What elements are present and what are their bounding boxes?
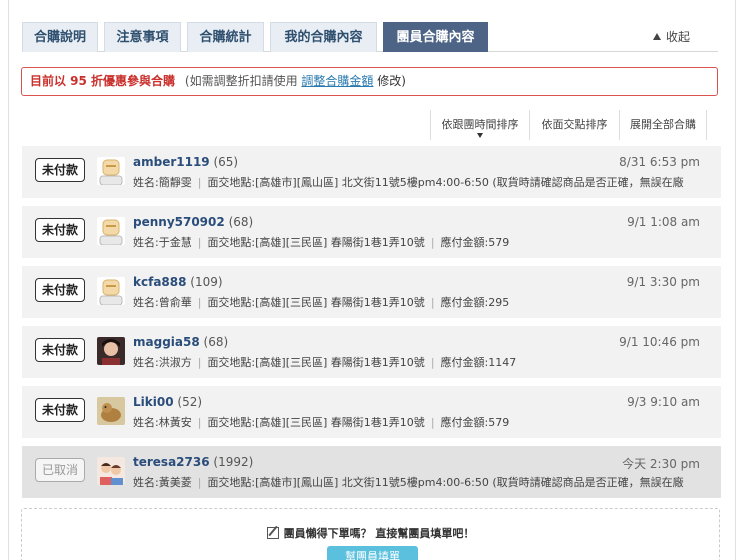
expand-all-label: 展開全部合購 [630, 118, 696, 131]
collapse-button[interactable]: 收起 [652, 28, 690, 45]
triangle-up-icon [652, 33, 661, 40]
default-avatar-icon[interactable] [97, 277, 125, 305]
pet-avatar-icon[interactable] [97, 397, 125, 425]
username[interactable]: penny570902 (68) [133, 215, 253, 229]
expand-all-button[interactable]: 展開全部合購 [619, 110, 707, 140]
default-avatar-icon[interactable] [97, 157, 125, 185]
status-badge[interactable]: 未付款 [35, 398, 85, 422]
status-badge[interactable]: 已取消 [35, 458, 85, 482]
order-row: 未付款 Liki00 (52) 9/3 9:10 am 姓名:林黃安 | 面交地點:… [22, 386, 721, 438]
username[interactable]: kcfa888 (109) [133, 275, 223, 289]
username[interactable]: amber1119 (65) [133, 155, 238, 169]
fill-order-for-member-box: 團員懶得下單嗎？ 直接幫團員填單吧！ 幫團員填單 [21, 508, 720, 560]
order-details: 姓名:黃美菱 | 面交地點:[高雄市][鳳山區] 北文街11號5樓pm4:00-6:… [133, 476, 684, 489]
tab-my-orders[interactable]: 我的合購內容 [270, 22, 377, 52]
order-time: 9/1 1:08 am [627, 215, 700, 229]
order-time: 8/31 6:53 pm [619, 155, 700, 169]
default-avatar-icon[interactable] [97, 217, 125, 245]
sort-down-icon [477, 133, 483, 138]
status-badge[interactable]: 未付款 [35, 218, 85, 242]
username[interactable]: maggia58 (68) [133, 335, 228, 349]
username[interactable]: teresa2736 (1992) [133, 455, 253, 469]
order-time: 今天 2:30 pm [622, 457, 700, 471]
tab-bar: 合購說明 注意事項 合購統計 我的合購內容 團員合購內容 收起 [22, 22, 718, 52]
order-row: 未付款 kcfa888 (109) 9/1 3:30 pm 姓名:曾俞華 | 面交地… [22, 266, 721, 318]
status-badge[interactable]: 未付款 [35, 278, 85, 302]
order-time: 9/3 9:10 am [627, 395, 700, 409]
discount-notice: 目前以 95 折優惠參與合購 (如需調整折扣請使用 調整合購金額 修改) [21, 67, 718, 96]
notice-sub-suffix: 修改) [377, 74, 406, 88]
notice-sub-prefix: (如需調整折扣請使用 [184, 74, 298, 88]
order-row-cancelled: 已取消 teresa2736 (1992) 今天 2:30 pm 姓名:黃美菱 |… [22, 446, 721, 498]
tab-member-orders[interactable]: 團員合購內容 [383, 22, 488, 52]
sort-by-join-time[interactable]: 依跟團時間排序 [430, 110, 529, 140]
tab-statistics[interactable]: 合購統計 [187, 22, 264, 52]
kids-avatar-icon[interactable] [97, 457, 125, 485]
adjust-amount-link[interactable]: 調整合購金額 [301, 74, 373, 88]
collapse-label: 收起 [665, 30, 690, 44]
edit-icon [266, 527, 279, 539]
sort-by-join-time-label: 依跟團時間排序 [441, 118, 519, 131]
username[interactable]: Liki00 (52) [133, 395, 202, 409]
order-row: 未付款 penny570902 (68) 9/1 1:08 am 姓名:于金慧 |… [22, 206, 721, 258]
order-details: 姓名:于金慧 | 面交地點:[高雄][三民區] 春陽街1巷1弄10號 | 應付金額:57… [133, 236, 510, 249]
photo-avatar-icon[interactable] [97, 337, 125, 365]
order-details: 姓名:洪淑方 | 面交地點:[高雄][三民區] 春陽街1巷1弄10號 | 應付金額:11… [133, 356, 517, 369]
order-time: 9/1 10:46 pm [619, 335, 700, 349]
order-row: 未付款 amber1119 (65) 8/31 6:53 pm 姓名:簡靜雯 | 面… [22, 146, 721, 198]
order-row: 未付款 maggia58 (68) 9/1 10:46 pm 姓名:洪淑方 | 面交… [22, 326, 721, 378]
fill-order-button[interactable]: 幫團員填單 [327, 546, 418, 560]
tab-instructions[interactable]: 合購說明 [22, 22, 98, 52]
order-time: 9/1 3:30 pm [626, 275, 700, 289]
tab-notes[interactable]: 注意事項 [104, 22, 181, 52]
sort-by-location-label: 依面交點排序 [541, 118, 608, 131]
notice-emphasis: 目前以 95 折優惠參與合購 [30, 74, 176, 88]
order-details: 姓名:林黃安 | 面交地點:[高雄][三民區] 春陽街1巷1弄10號 | 應付金額:57… [133, 416, 510, 429]
order-details: 姓名:曾俞華 | 面交地點:[高雄][三民區] 春陽街1巷1弄10號 | 應付金額:29… [133, 296, 510, 309]
status-badge[interactable]: 未付款 [35, 158, 85, 182]
help-text: 團員懶得下單嗎？ 直接幫團員填單吧！ [22, 525, 719, 541]
order-details: 姓名:簡靜雯 | 面交地點:[高雄市][鳳山區] 北文街11號5樓pm4:00-6:… [133, 176, 684, 189]
sort-by-location[interactable]: 依面交點排序 [529, 110, 619, 140]
status-badge[interactable]: 未付款 [35, 338, 85, 362]
